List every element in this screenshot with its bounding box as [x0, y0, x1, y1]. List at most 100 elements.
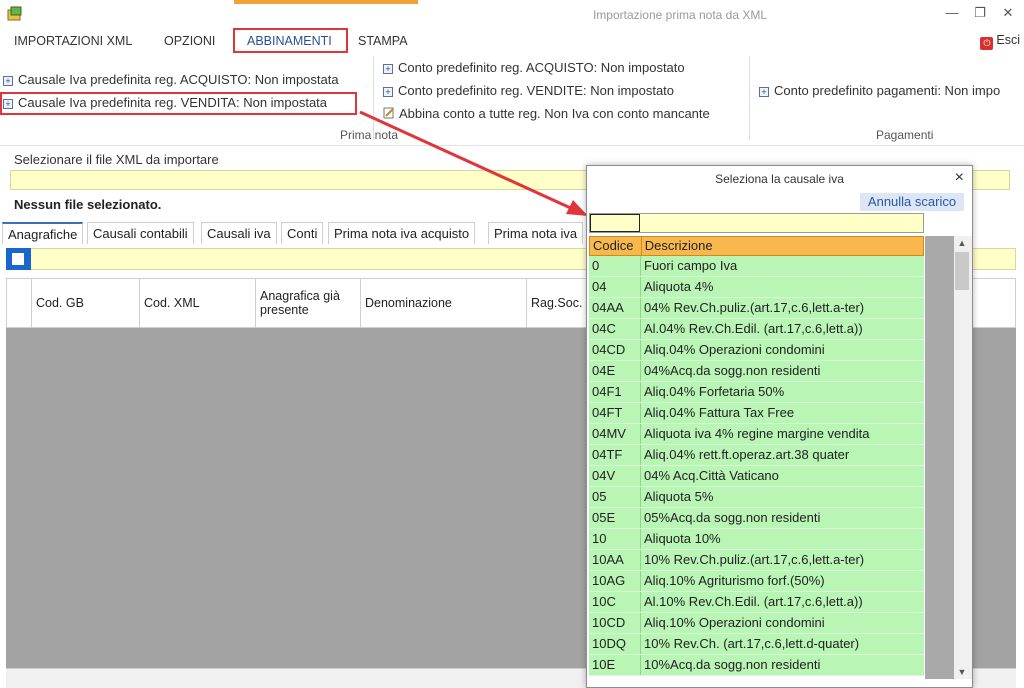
scrollbar-gutter [925, 236, 954, 679]
dialog-title: Seleziona la causale iva [715, 172, 844, 186]
list-item[interactable]: 04E 04%Acq.da sogg.non residenti [589, 361, 924, 382]
grid-col-select [7, 279, 32, 327]
select-all-checkbox[interactable] [12, 253, 24, 265]
row-descrizione: Aliq.04% Forfetaria 50% [644, 384, 785, 399]
row-descrizione: Aliq.04% rett.ft.operaz.art.38 quater [644, 447, 850, 462]
row-descrizione: Aliquota 4% [644, 279, 714, 294]
list-item[interactable]: 04CD Aliq.04% Operazioni condomini [589, 340, 924, 361]
row-descrizione: 04% Acq.Città Vaticano [644, 468, 779, 483]
list-item[interactable]: 10 Aliquota 10% [589, 529, 924, 550]
tab-conti[interactable]: Conti [281, 222, 324, 244]
menu-importazioni-xml[interactable]: IMPORTAZIONI XML [14, 34, 132, 48]
col-descrizione[interactable]: Descrizione [642, 237, 923, 255]
tab-anagrafiche[interactable]: Anagrafiche [2, 222, 84, 244]
row-descrizione: 10% Rev.Ch.puliz.(art.17,c.6,lett.a-ter) [644, 552, 865, 567]
prima-nota-group-label: Prima nota [340, 128, 399, 142]
list-item[interactable]: 05E 05%Acq.da sogg.non residenti [589, 508, 924, 529]
grid-col-anagrafica-presente[interactable]: Anagrafica già presente [256, 279, 361, 327]
menu-bar: IMPORTAZIONI XML OPZIONI ABBINAMENTI STA… [0, 28, 1024, 54]
minimize-icon[interactable]: — [942, 4, 962, 22]
list-item[interactable]: 04C Al.04% Rev.Ch.Edil. (art.17,c.6,lett.… [589, 319, 924, 340]
col-codice[interactable]: Codice [590, 237, 642, 255]
causale-iva-dialog: Seleziona la causale iva × Annulla scari… [586, 165, 973, 688]
row-codice: 04MV [589, 424, 641, 444]
row-codice: 04FT [589, 403, 641, 423]
row-codice: 10 [589, 529, 641, 549]
row-descrizione: 04%Acq.da sogg.non residenti [644, 363, 821, 378]
tab-prima-nota-iva-acquisto[interactable]: Prima nota iva acquisto [328, 222, 476, 244]
menu-stampa[interactable]: STAMPA [358, 34, 408, 48]
row-descrizione: 04% Rev.Ch.puliz.(art.17,c.6,lett.a-ter) [644, 300, 865, 315]
menu-opzioni[interactable]: OPZIONI [164, 34, 215, 48]
row-descrizione: Aliq.04% Operazioni condomini [644, 342, 825, 357]
list-item[interactable]: 10DQ 10% Rev.Ch. (art.17,c.6,lett.d-quate… [589, 634, 924, 655]
file-label: Selezionare il file XML da importare [14, 152, 219, 167]
list-item[interactable]: 10E 10%Acq.da sogg.non residenti [589, 655, 924, 676]
tab-prima-nota-iva[interactable]: Prima nota iva [488, 222, 584, 244]
scrollbar-thumb[interactable] [955, 252, 969, 290]
row-descrizione: Al.10% Rev.Ch.Edil. (art.17,c.6,lett.a)) [644, 594, 863, 609]
exit-button[interactable]: ⏻ Esci [980, 33, 1020, 50]
list-item[interactable]: 10CD Aliq.10% Operazioni condomini [589, 613, 924, 634]
select-all-cell[interactable] [6, 248, 31, 270]
list-item[interactable]: 10C Al.10% Rev.Ch.Edil. (art.17,c.6,lett.… [589, 592, 924, 613]
row-descrizione: 10%Acq.da sogg.non residenti [644, 657, 821, 672]
row-codice: 04AA [589, 298, 641, 318]
row-codice: 10C [589, 592, 641, 612]
grid-col-denominazione[interactable]: Denominazione [361, 279, 527, 327]
list-item[interactable]: 04FT Aliq.04% Fattura Tax Free [589, 403, 924, 424]
dialog-close-icon[interactable]: × [955, 169, 964, 187]
pencil-icon [383, 107, 394, 119]
close-icon[interactable]: ✕ [998, 4, 1018, 22]
list-item[interactable]: 04V 04% Acq.Città Vaticano [589, 466, 924, 487]
conto-vendite-button[interactable]: + Conto predefinito reg. VENDITE: Non imp… [383, 83, 674, 98]
plus-icon: + [383, 87, 393, 97]
window-title: Importazione prima nota da XML [592, 8, 768, 22]
list-item[interactable]: 05 Aliquota 5% [589, 487, 924, 508]
grid-col-cod-gb[interactable]: Cod. GB [32, 279, 140, 327]
row-descrizione: Aliq.10% Operazioni condomini [644, 615, 825, 630]
conto-acquisto-button[interactable]: + Conto predefinito reg. ACQUISTO: Non im… [383, 60, 685, 75]
tab-causali-iva[interactable]: Causali iva [201, 222, 277, 244]
codice-filter-input[interactable] [590, 214, 640, 232]
row-codice: 04F1 [589, 382, 641, 402]
list-item[interactable]: 0 Fuori campo Iva [589, 256, 924, 277]
annulla-scarico-button[interactable]: Annulla scarico [860, 193, 964, 211]
row-codice: 04CD [589, 340, 641, 360]
ribbon-separator [749, 56, 750, 140]
row-codice: 10E [589, 655, 641, 675]
dialog-filter-row[interactable] [589, 213, 924, 233]
scroll-up-icon[interactable]: ▲ [954, 236, 970, 250]
causale-list: Codice Descrizione 0 Fuori campo Iva 04 Ali… [589, 236, 924, 679]
row-codice: 04E [589, 361, 641, 381]
abbina-conto-button[interactable]: Abbina conto a tutte reg. Non Iva con co… [383, 106, 710, 121]
tab-causali-contabili[interactable]: Causali contabili [87, 222, 194, 244]
list-item[interactable]: 04MV Aliquota iva 4% regine margine vendi… [589, 424, 924, 445]
list-item[interactable]: 04TF Aliq.04% rett.ft.operaz.art.38 quate… [589, 445, 924, 466]
vendita-highlight-box [0, 92, 357, 115]
plus-icon: + [3, 76, 13, 86]
list-scrollbar[interactable]: ▲ ▼ [925, 236, 972, 679]
exit-icon: ⏻ [980, 37, 994, 50]
row-descrizione: 05%Acq.da sogg.non residenti [644, 510, 821, 525]
list-header: Codice Descrizione [589, 236, 924, 256]
title-bar: Importazione prima nota da XML — ❐ ✕ [0, 0, 1024, 28]
restore-icon[interactable]: ❐ [970, 4, 990, 22]
row-descrizione: Aliq.04% Fattura Tax Free [644, 405, 795, 420]
row-codice: 10AA [589, 550, 641, 570]
list-item[interactable]: 10AA 10% Rev.Ch.puliz.(art.17,c.6,lett.a-… [589, 550, 924, 571]
menu-abbinamenti[interactable]: ABBINAMENTI [247, 34, 332, 48]
conto-pagamenti-button[interactable]: + Conto predefinito pagamenti: Non impo [759, 83, 1000, 98]
row-codice: 10AG [589, 571, 641, 591]
scroll-down-icon[interactable]: ▼ [954, 665, 970, 679]
list-item[interactable]: 04AA 04% Rev.Ch.puliz.(art.17,c.6,lett.a-… [589, 298, 924, 319]
row-descrizione: Aliquota iva 4% regine margine vendita [644, 426, 870, 441]
list-item[interactable]: 04 Aliquota 4% [589, 277, 924, 298]
causale-iva-acquisto-button[interactable]: + Causale Iva predefinita reg. ACQUISTO: … [3, 72, 339, 87]
list-item[interactable]: 10AG Aliq.10% Agriturismo forf.(50%) [589, 571, 924, 592]
list-item[interactable]: 04F1 Aliq.04% Forfetaria 50% [589, 382, 924, 403]
row-codice: 05 [589, 487, 641, 507]
row-codice: 04TF [589, 445, 641, 465]
grid-col-cod-xml[interactable]: Cod. XML [140, 279, 256, 327]
row-descrizione: Fuori campo Iva [644, 258, 738, 273]
